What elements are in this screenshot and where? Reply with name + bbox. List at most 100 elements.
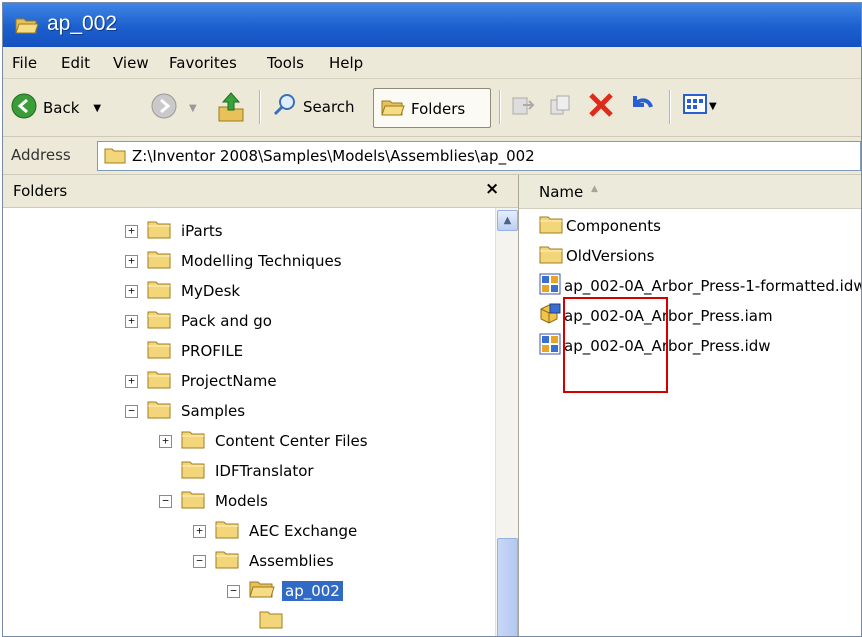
move-to-button[interactable] <box>511 93 535 121</box>
tree-item-idftranslator[interactable]: IDFTranslator <box>159 457 317 485</box>
tree-item-label: IDFTranslator <box>215 462 314 480</box>
collapse-icon[interactable]: − <box>227 584 240 598</box>
drawing-icon <box>539 273 561 299</box>
forward-dropdown-icon[interactable]: ▼ <box>189 103 197 114</box>
tree-item-projectname[interactable]: + ProjectName <box>125 367 280 395</box>
address-input[interactable]: Z:\Inventor 2008\Samples\Models\Assembli… <box>97 141 861 171</box>
tree-item-aec-exchange[interactable]: + AEC Exchange <box>193 517 360 545</box>
file-item-label: OldVersions <box>566 247 655 265</box>
back-label: Back <box>43 99 80 117</box>
folder-icon <box>147 219 171 243</box>
folder-icon <box>147 309 171 333</box>
folders-icon <box>381 96 405 122</box>
search-button[interactable]: Search <box>273 93 355 121</box>
open-folder-icon <box>15 15 39 39</box>
search-icon <box>273 93 297 121</box>
folders-pane-title: Folders <box>13 182 68 200</box>
forward-button[interactable]: ▼ <box>151 93 197 123</box>
folder-icon <box>147 369 171 393</box>
menu-file[interactable]: File <box>12 54 37 72</box>
file-item-formatted-idw[interactable]: ap_002-0A_Arbor_Press-1-formatted.idw <box>539 272 861 300</box>
copy-to-icon <box>549 93 573 121</box>
folder-icon <box>147 339 171 363</box>
tree-item-label: Samples <box>181 402 246 420</box>
menu-favorites[interactable]: Favorites <box>169 54 237 72</box>
folder-icon <box>147 399 171 423</box>
folder-icon <box>215 549 239 573</box>
scroll-up-icon[interactable]: ▲ <box>497 210 518 231</box>
folder-icon <box>259 609 283 633</box>
menu-view[interactable]: View <box>113 54 149 72</box>
expand-icon[interactable]: + <box>125 254 138 268</box>
folder-tree: + iParts + Modelling Techniques + MyDesk… <box>3 208 495 636</box>
expand-icon[interactable]: + <box>125 314 138 328</box>
menu-bar: File Edit View Favorites Tools Help <box>3 47 861 79</box>
toolbar: Back ▼ ▼ Search Folders ▼ <box>3 79 861 137</box>
collapse-icon[interactable]: − <box>125 404 138 418</box>
folders-scrollbar[interactable]: ▲ <box>495 208 518 636</box>
expand-icon[interactable]: + <box>125 224 138 238</box>
tree-item-profile[interactable]: PROFILE <box>125 337 246 365</box>
views-button[interactable]: ▼ <box>683 93 717 119</box>
views-grid-icon <box>683 93 707 119</box>
sort-ascending-icon: ▲ <box>591 184 598 194</box>
tree-item-mydesk[interactable]: + MyDesk <box>125 277 243 305</box>
undo-button[interactable] <box>627 91 655 123</box>
window-title: ap_002 <box>47 12 118 35</box>
tree-item-assemblies[interactable]: − Assemblies <box>193 547 337 575</box>
file-item-label: ap_002-0A_Arbor_Press-1-formatted.idw <box>564 277 861 295</box>
copy-to-button[interactable] <box>549 93 573 121</box>
toolbar-separator <box>669 90 671 124</box>
search-label: Search <box>303 98 355 116</box>
expand-icon[interactable]: + <box>193 524 206 538</box>
tree-item-samples[interactable]: − Samples <box>125 397 248 425</box>
expand-icon[interactable]: + <box>125 284 138 298</box>
collapse-icon[interactable]: − <box>193 554 206 568</box>
column-header-name[interactable]: Name ▲ <box>519 175 861 209</box>
collapse-icon[interactable]: − <box>159 494 172 508</box>
address-label: Address <box>11 146 71 164</box>
tree-item-partial[interactable] <box>259 607 283 635</box>
file-item-oldversions[interactable]: OldVersions <box>539 242 654 270</box>
views-dropdown-icon[interactable]: ▼ <box>709 101 717 112</box>
toolbar-separator <box>259 90 261 124</box>
forward-arrow-icon <box>151 93 177 123</box>
tree-item-label: AEC Exchange <box>249 522 358 540</box>
up-folder-button[interactable] <box>217 89 245 127</box>
tree-item-label: ap_002 <box>282 581 343 601</box>
explorer-window: ap_002 File Edit View Favorites Tools He… <box>2 2 862 637</box>
menu-help[interactable]: Help <box>329 54 363 72</box>
tree-item-label: Models <box>215 492 268 510</box>
expand-icon[interactable]: + <box>159 434 172 448</box>
tree-item-iparts[interactable]: + iParts <box>125 217 226 245</box>
back-dropdown-icon[interactable]: ▼ <box>93 103 101 114</box>
folders-pane-header: Folders × <box>3 175 518 208</box>
tree-item-models[interactable]: − Models <box>159 487 271 515</box>
tree-item-content-center-files[interactable]: + Content Center Files <box>159 427 371 455</box>
tree-item-pack-and-go[interactable]: + Pack and go <box>125 307 275 335</box>
title-bar[interactable]: ap_002 <box>3 3 861 47</box>
close-icon[interactable]: × <box>485 179 499 199</box>
delete-button[interactable] <box>587 91 615 123</box>
menu-edit[interactable]: Edit <box>61 54 90 72</box>
expand-icon[interactable]: + <box>125 374 138 388</box>
folder-icon <box>147 279 171 303</box>
drawing-icon <box>539 333 561 359</box>
scroll-thumb[interactable] <box>497 538 518 636</box>
delete-x-icon <box>587 91 615 123</box>
tree-item-ap-002[interactable]: − ap_002 <box>227 577 343 605</box>
tree-item-modelling-techniques[interactable]: + Modelling Techniques <box>125 247 345 275</box>
menu-tools[interactable]: Tools <box>267 54 304 72</box>
tree-item-label: PROFILE <box>181 342 244 360</box>
column-name-label: Name <box>539 183 584 201</box>
back-button[interactable]: Back ▼ <box>11 93 101 123</box>
folder-icon <box>104 145 126 169</box>
move-to-icon <box>511 93 535 121</box>
folders-button[interactable]: Folders <box>373 88 491 128</box>
annotation-highlight-box <box>563 297 668 393</box>
folder-icon <box>539 244 563 268</box>
folder-icon <box>539 214 563 238</box>
file-item-components[interactable]: Components <box>539 212 661 240</box>
folders-label: Folders <box>411 100 466 118</box>
folder-icon <box>181 489 205 513</box>
